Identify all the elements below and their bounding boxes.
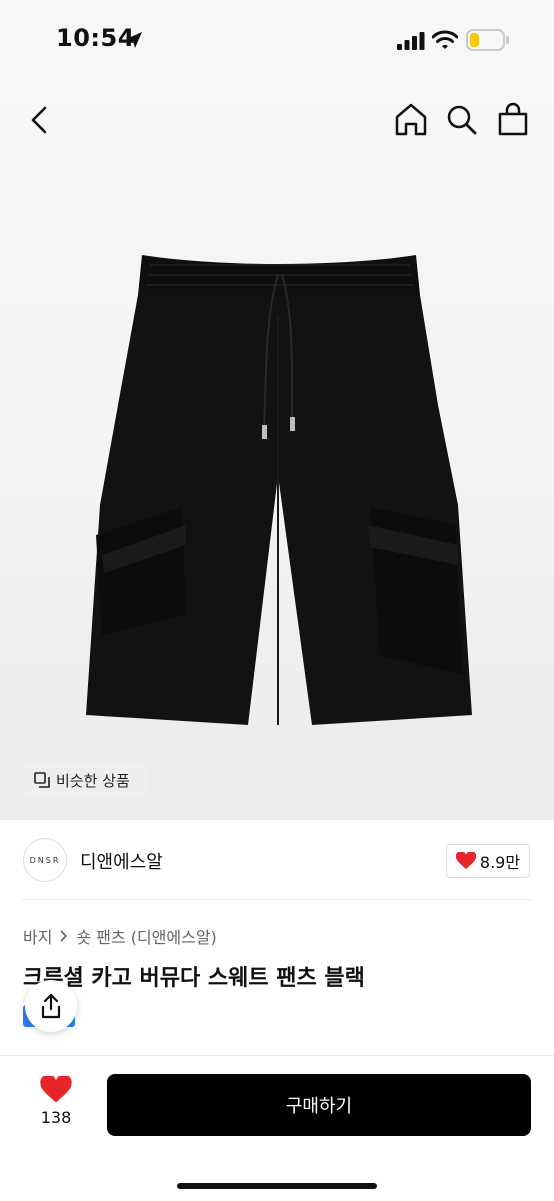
brand-logo[interactable]: DNSR bbox=[23, 838, 67, 882]
heart-icon bbox=[455, 852, 476, 869]
breadcrumb-brand[interactable]: (디앤에스알) bbox=[131, 924, 217, 948]
chevron-right-icon bbox=[60, 930, 68, 942]
location-arrow-icon bbox=[126, 32, 142, 48]
status-bar: 10:54 bbox=[0, 0, 554, 80]
purchase-bar: 138 구매하기 bbox=[0, 1055, 554, 1201]
buy-button[interactable]: 구매하기 bbox=[107, 1074, 531, 1136]
wishlist-heart-icon[interactable] bbox=[40, 1076, 72, 1104]
similar-products-label: 비슷한 상품 bbox=[56, 771, 130, 790]
share-button[interactable] bbox=[25, 980, 77, 1032]
brand-like-button[interactable]: 8.9만 bbox=[446, 844, 530, 878]
back-icon[interactable] bbox=[20, 100, 60, 140]
wifi-icon bbox=[432, 30, 458, 49]
breadcrumb: 바지 숏 팬츠 (디앤에스알) bbox=[23, 924, 217, 948]
share-icon bbox=[41, 993, 61, 1019]
brand-like-count: 8.9만 bbox=[479, 853, 521, 872]
battery-icon bbox=[466, 29, 509, 51]
breadcrumb-category[interactable]: 바지 bbox=[23, 924, 52, 948]
bag-icon[interactable] bbox=[494, 100, 532, 140]
home-indicator bbox=[177, 1183, 377, 1189]
product-image-cargo-shorts bbox=[86, 255, 472, 725]
similar-products-button[interactable]: 비슷한 상품 bbox=[22, 763, 148, 797]
brand-name[interactable]: 디앤에스알 bbox=[80, 848, 163, 874]
wishlist-count: 138 bbox=[40, 1108, 72, 1127]
breadcrumb-subcategory[interactable]: 숏 팬츠 bbox=[76, 924, 125, 948]
brand-row: DNSR 디앤에스알 8.9만 bbox=[0, 820, 554, 900]
search-icon[interactable] bbox=[443, 100, 481, 140]
product-title: 크루셜 카고 버뮤다 스웨트 팬츠 블랙 bbox=[23, 966, 365, 991]
similar-icon bbox=[34, 772, 50, 788]
divider bbox=[22, 899, 532, 900]
signal-icon bbox=[397, 32, 425, 50]
home-icon[interactable] bbox=[392, 100, 430, 140]
